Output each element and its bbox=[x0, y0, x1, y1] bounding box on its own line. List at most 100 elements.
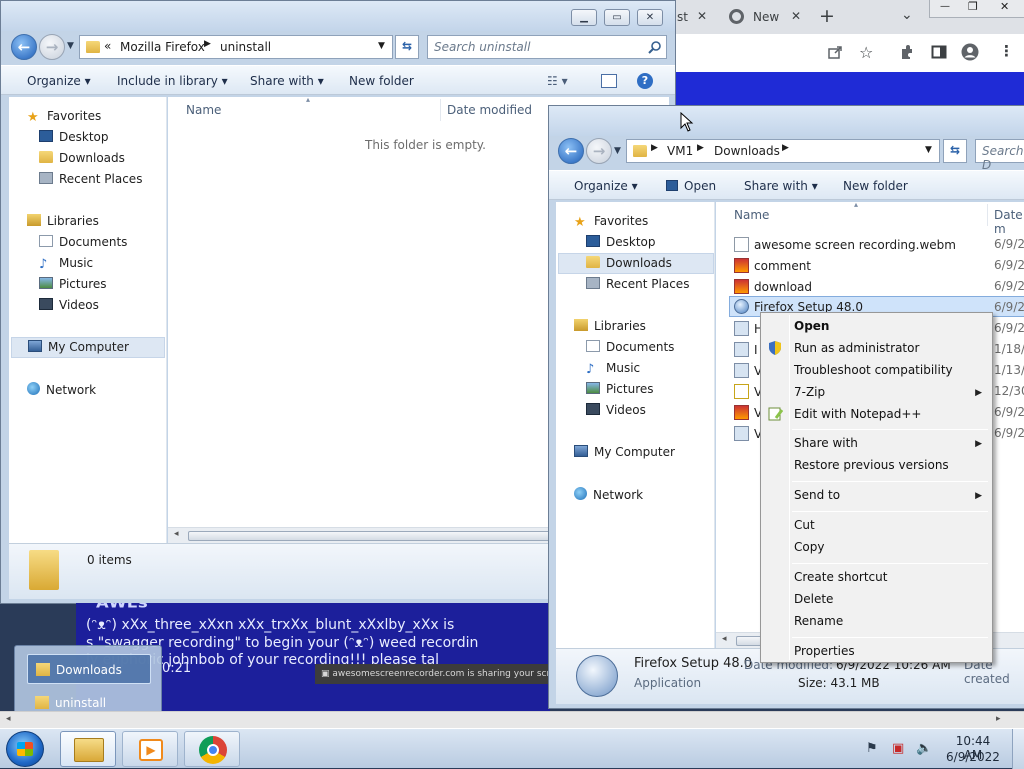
change-view-icon[interactable]: ☷ ▾ bbox=[547, 74, 568, 88]
file-row[interactable]: V bbox=[734, 363, 762, 378]
extensions-icon[interactable] bbox=[899, 44, 915, 60]
popup-item-downloads[interactable]: Downloads bbox=[27, 654, 151, 684]
menu-item-copy[interactable]: Copy bbox=[794, 540, 824, 554]
bookmark-star-icon[interactable]: ☆ bbox=[859, 43, 873, 62]
close-button[interactable]: ✕ bbox=[637, 9, 663, 26]
menu-item-rename[interactable]: Rename bbox=[794, 614, 843, 628]
refresh-icon[interactable]: ⇆ bbox=[395, 35, 419, 59]
scroll-left-icon[interactable]: ◂ bbox=[174, 529, 179, 539]
minimize-icon[interactable]: — bbox=[940, 1, 950, 12]
recent-pages-chevron-icon[interactable]: ▼ bbox=[614, 146, 621, 156]
chrome-tab-new[interactable]: New bbox=[753, 10, 779, 24]
column-divider[interactable] bbox=[987, 204, 988, 226]
nav-my-computer[interactable]: My Computer bbox=[11, 337, 165, 358]
file-row[interactable]: V bbox=[734, 384, 762, 399]
nav-favorites[interactable]: ★ Favorites bbox=[574, 214, 648, 230]
address-bar[interactable]: « Mozilla Firefox ▶ uninstall ▼ bbox=[79, 35, 393, 59]
search-input[interactable]: Search D bbox=[975, 139, 1024, 172]
menu-item-delete[interactable]: Delete bbox=[794, 592, 833, 606]
breadcrumb-separator-icon[interactable]: ▶ bbox=[204, 39, 211, 49]
include-in-library-button[interactable]: Include in library ▾ bbox=[117, 74, 228, 88]
file-row[interactable]: V bbox=[734, 426, 762, 441]
column-header-name[interactable]: Name bbox=[186, 103, 221, 117]
scrollbar-thumb[interactable] bbox=[188, 531, 558, 541]
restore-icon[interactable]: ❐ bbox=[968, 0, 978, 13]
nav-downloads[interactable]: Downloads bbox=[39, 151, 125, 165]
taskbar-chrome[interactable] bbox=[184, 731, 240, 767]
nav-videos[interactable]: Videos bbox=[586, 403, 646, 417]
chrome-tab-partial[interactable]: st bbox=[677, 10, 688, 24]
organize-button[interactable]: Organize ▾ bbox=[574, 179, 638, 193]
nav-libraries[interactable]: Libraries bbox=[27, 214, 99, 228]
menu-item-run-as-admin[interactable]: Run as administrator bbox=[794, 341, 919, 355]
nav-desktop[interactable]: Desktop bbox=[586, 235, 656, 249]
tab-close-icon[interactable]: ✕ bbox=[791, 9, 801, 23]
breadcrumb-item[interactable]: uninstall bbox=[220, 40, 271, 54]
nav-network[interactable]: Network bbox=[27, 382, 96, 397]
nav-music[interactable]: ♪ Music bbox=[586, 361, 640, 377]
minimize-button[interactable]: ▁ bbox=[571, 9, 597, 26]
share-with-button[interactable]: Share with ▾ bbox=[250, 74, 324, 88]
new-tab-icon[interactable]: + bbox=[819, 5, 835, 27]
profile-icon[interactable] bbox=[961, 43, 979, 61]
menu-item-edit-notepad[interactable]: Edit with Notepad++ bbox=[794, 407, 921, 421]
page-horizontal-scrollbar[interactable]: ◂ ▸ bbox=[0, 711, 1024, 728]
breadcrumb-item[interactable]: Downloads bbox=[714, 144, 780, 158]
close-icon[interactable]: ✕ bbox=[1000, 0, 1009, 13]
nav-pictures[interactable]: Pictures bbox=[586, 382, 654, 396]
open-button[interactable]: Open bbox=[666, 179, 716, 193]
nav-documents[interactable]: Documents bbox=[586, 340, 674, 354]
nav-libraries[interactable]: Libraries bbox=[574, 319, 646, 333]
forward-button[interactable]: → bbox=[586, 138, 612, 164]
new-folder-button[interactable]: New folder bbox=[349, 74, 414, 88]
menu-icon[interactable]: ⋮ bbox=[999, 42, 1014, 60]
menu-item-restore-versions[interactable]: Restore previous versions bbox=[794, 458, 949, 472]
volume-icon[interactable]: 🔈 bbox=[916, 741, 932, 756]
new-folder-button[interactable]: New folder bbox=[843, 179, 908, 193]
nav-downloads[interactable]: Downloads bbox=[558, 253, 714, 274]
address-dropdown-icon[interactable]: ▼ bbox=[925, 145, 932, 155]
column-header-date[interactable]: Date m bbox=[994, 208, 1024, 236]
menu-item-share-with[interactable]: Share with bbox=[794, 436, 858, 450]
file-row[interactable]: download bbox=[734, 279, 812, 294]
taskbar-media-player[interactable]: ▶ bbox=[122, 731, 178, 767]
nav-videos[interactable]: Videos bbox=[39, 298, 99, 312]
column-header-date[interactable]: Date modified bbox=[447, 103, 532, 117]
back-button[interactable]: ← bbox=[558, 138, 584, 164]
share-with-button[interactable]: Share with ▾ bbox=[744, 179, 818, 193]
refresh-icon[interactable]: ⇆ bbox=[943, 139, 967, 163]
column-header-name[interactable]: Name bbox=[734, 208, 769, 222]
file-row[interactable]: I bbox=[734, 342, 758, 357]
nav-my-computer[interactable]: My Computer bbox=[574, 445, 675, 459]
breadcrumb-separator-icon[interactable]: ▶ bbox=[782, 143, 789, 153]
help-icon[interactable]: ? bbox=[637, 73, 653, 89]
scroll-left-icon[interactable]: ◂ bbox=[722, 634, 727, 644]
nav-recent-places[interactable]: Recent Places bbox=[39, 172, 142, 186]
start-button[interactable] bbox=[6, 731, 44, 767]
network-status-icon[interactable]: ▣ bbox=[892, 741, 904, 756]
menu-item-create-shortcut[interactable]: Create shortcut bbox=[794, 570, 887, 584]
menu-item-open[interactable]: Open bbox=[794, 319, 829, 333]
menu-item-cut[interactable]: Cut bbox=[794, 518, 815, 532]
nav-favorites[interactable]: ★ Favorites bbox=[27, 109, 101, 125]
scroll-right-icon[interactable]: ▸ bbox=[996, 714, 1001, 724]
preview-pane-icon[interactable] bbox=[601, 74, 617, 88]
share-icon[interactable] bbox=[827, 44, 843, 60]
nav-network[interactable]: Network bbox=[574, 487, 643, 502]
scroll-left-icon[interactable]: ◂ bbox=[6, 714, 11, 724]
nav-recent-places[interactable]: Recent Places bbox=[586, 277, 689, 291]
organize-button[interactable]: Organize ▾ bbox=[27, 74, 91, 88]
file-row[interactable]: comment bbox=[734, 258, 811, 273]
recent-pages-chevron-icon[interactable]: ▼ bbox=[67, 41, 74, 51]
clock-date[interactable]: 6/9/2022 bbox=[944, 750, 1002, 764]
menu-item-7zip[interactable]: 7-Zip bbox=[794, 385, 825, 399]
address-dropdown-icon[interactable]: ▼ bbox=[378, 41, 385, 51]
breadcrumb-overflow[interactable]: « bbox=[104, 39, 111, 53]
taskbar-explorer[interactable] bbox=[60, 731, 116, 767]
show-desktop-button[interactable] bbox=[1012, 729, 1024, 769]
file-row[interactable]: H bbox=[734, 321, 763, 336]
side-panel-icon[interactable] bbox=[931, 44, 947, 60]
back-button[interactable]: ← bbox=[11, 34, 37, 60]
forward-button[interactable]: → bbox=[39, 34, 65, 60]
file-row[interactable]: awesome screen recording.webm bbox=[734, 237, 956, 252]
